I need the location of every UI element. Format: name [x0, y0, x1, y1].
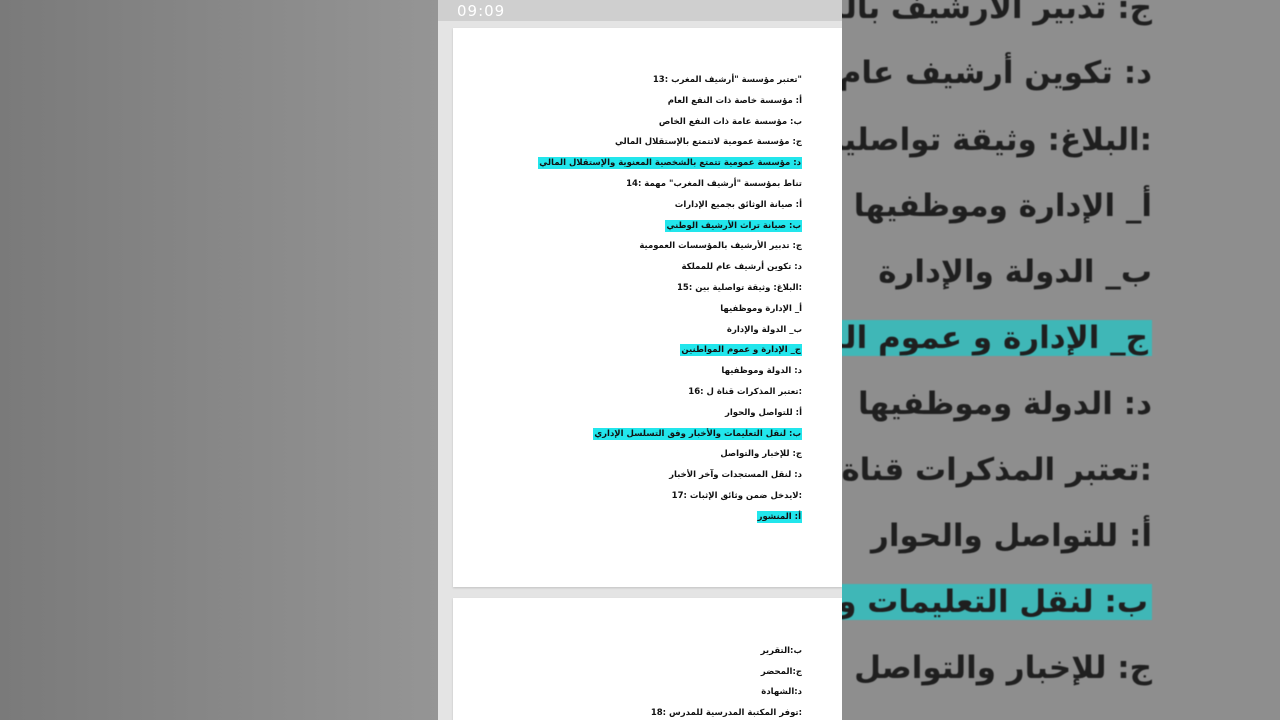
question-text-line: :تعتبر المذكرات قناة ل :16 — [688, 387, 802, 397]
question-text-line: ج: مؤسسة عمومية لاتتمتع بالإستقلال المال… — [614, 137, 802, 148]
highlighted-answer-line: ج_ الإدارة و عموم المواطنين — [680, 344, 802, 357]
blurred-background-right: ج: تدبير الأرشيف بالمؤسسات د: تكوين أرشيف… — [842, 0, 1280, 720]
highlighted-answer-line: ب: صيانة تراث الأرشيف الوطني — [665, 219, 802, 232]
status-time: 09:09 — [457, 2, 506, 20]
question-text-line: د: الدولة وموظفيها — [721, 366, 802, 377]
question-text-line: د: لنقل المستجدات وآخر الأخبار — [669, 470, 802, 481]
background-text-line: ب: لنقل التعليمات والأخبار وفق — [842, 584, 1152, 620]
question-text-line: ب: مؤسسة عامة ذات النفع الخاص — [658, 116, 802, 127]
question-text-line: ب:التقرير — [760, 646, 802, 656]
background-text-line: ج: تدبير الأرشيف بالمؤسسات — [842, 0, 1152, 26]
background-text-line: أ: للتواصل والحوار — [870, 518, 1152, 554]
question-text-line: ج: تدبير الأرشيف بالمؤسسات العمومية — [639, 241, 802, 252]
question-text-line: أ_ الإدارة وموظفيها — [720, 303, 802, 314]
highlighted-answer-line: ب: لنقل التعليمات والأخبار وفق التسلسل ا… — [593, 427, 802, 440]
question-text-line: :توفر المكتبة المدرسية للمدرس :18 — [650, 707, 802, 718]
background-text-line: :تعتبر المذكرات قناة ل :16 — [842, 452, 1152, 488]
question-text-line: ب_ الدولة والإدارة — [726, 324, 802, 335]
background-text-line: :البلاغ: وثيقة تواصلية بين :15 — [842, 122, 1152, 158]
question-text-line: ج:المحضر — [760, 666, 802, 677]
question-text-line: أ: للتواصل والحوار — [724, 407, 802, 418]
highlighted-answer-line: أ: المنشور — [756, 510, 802, 523]
status-bar: 09:09 — [438, 0, 842, 21]
background-text-line: أ_ الإدارة وموظفيها — [853, 188, 1152, 224]
document-page-1[interactable]: "تعتبر مؤسسة "أرشيف المغرب :13 أ: مؤسسة خ… — [453, 28, 842, 587]
phone-screen[interactable]: 09:09 "تعتبر مؤسسة "أرشيف المغرب :13 أ: م… — [438, 0, 842, 720]
question-text-line: ج: للإخبار والتواصل — [720, 449, 802, 460]
blurred-background-left — [0, 0, 438, 720]
document-page-2[interactable]: ب:التقرير ج:المحضر د:الشهادة :توفر المكتبة … — [453, 598, 842, 720]
question-text-line: د:الشهادة — [761, 687, 802, 697]
question-text-line: أ: صيانة الوثائق بجميع الإدارات — [674, 199, 802, 210]
background-text-line: ب_ الدولة والإدارة — [878, 254, 1152, 290]
question-text-line: أ: مؤسسة خاصة ذات النفع العام — [667, 95, 802, 106]
background-text-line: د: الدولة وموظفيها — [858, 386, 1152, 422]
question-text-line: د: تكوين أرشيف عام للمملكة — [681, 262, 802, 273]
question-text-line: "تعتبر مؤسسة "أرشيف المغرب :13 — [652, 75, 802, 85]
background-text-line: د: تكوين أرشيف عام للمملكة — [842, 55, 1152, 91]
highlighted-answer-line: د: مؤسسة عمومية تتمتع بالشخصية المعنوية … — [538, 157, 802, 170]
question-text-line: :لايدخل ضمن وثائق الإثبات :17 — [671, 491, 802, 501]
background-text-line: ج: للإخبار والتواصل — [854, 650, 1152, 686]
question-text-line: :البلاغ: وثيقة تواصلية بين :15 — [677, 283, 802, 293]
question-text-line: تناط بمؤسسة "أرشيف المغرب" مهمة :14 — [626, 179, 802, 189]
background-text-line: ج_ الإدارة و عموم المواطنين — [842, 320, 1152, 356]
